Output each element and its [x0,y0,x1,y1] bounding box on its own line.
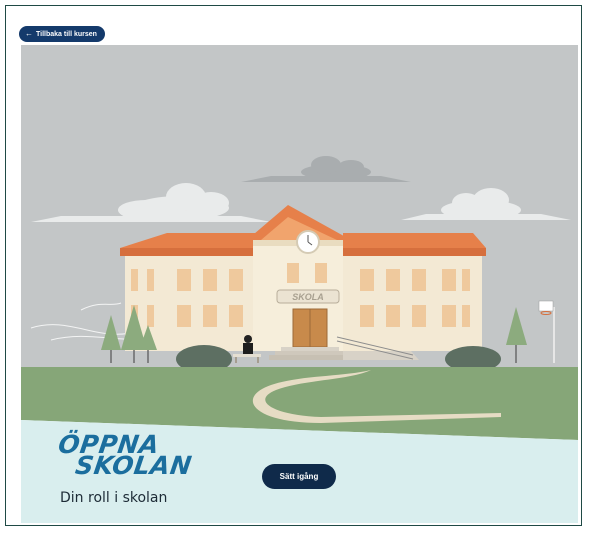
arrow-left-icon: ← [25,29,33,38]
brand-logo: ÖPPNA SKOLAN [54,430,196,480]
back-to-course-label: Tillbaka till kursen [36,30,97,38]
start-button[interactable]: Sätt igång [262,464,336,489]
page-subtitle: Din roll i skolan [60,490,168,506]
back-to-course-button[interactable]: ← Tillbaka till kursen [19,26,105,42]
building-sign: SKOLA [292,292,324,302]
